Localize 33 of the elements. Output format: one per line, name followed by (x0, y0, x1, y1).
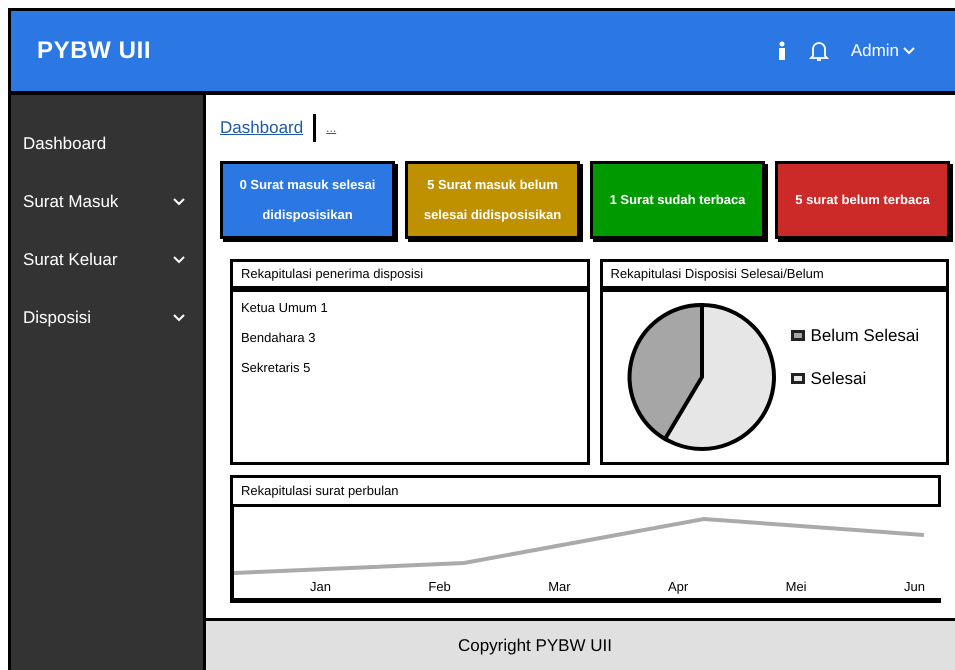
list-item: Sekretaris 5 (241, 359, 312, 377)
axis-label: Mei (786, 578, 807, 596)
stat-card: 1 Surat sudah terbaca (590, 161, 765, 239)
chevron-down-icon (173, 256, 185, 264)
footer-text: Copyright PYBW UII (458, 634, 612, 657)
sidebar-item[interactable]: Disposisi (23, 305, 185, 331)
stat-card: 0 Surat masuk selesai didisposisikan (220, 161, 395, 239)
chevron-down-icon (903, 47, 915, 55)
breadcrumb-link[interactable]: Dashboard (220, 115, 304, 141)
axis-label: Jan (310, 578, 331, 596)
chevron-down-icon (173, 314, 185, 322)
sidebar-item[interactable]: Surat Keluar (23, 247, 185, 273)
axis-label: Jun (904, 578, 925, 596)
breadcrumb-link[interactable]: ... (326, 119, 336, 137)
panel-title: Rekapitulasi surat perbulan (230, 475, 941, 507)
app-title: PYBW UII (37, 36, 152, 66)
info-icon[interactable] (776, 41, 787, 61)
stat-card: 5 Surat masuk belum selesai didisposisikan (405, 161, 580, 239)
chevron-down-icon (173, 198, 185, 206)
bell-icon[interactable] (808, 40, 829, 62)
list-item: Bendahara 3 (241, 329, 316, 347)
panel-title: Rekapitulasi penerima disposisi (230, 259, 590, 289)
legend-label: Belum Selesai (810, 324, 920, 346)
user-menu[interactable]: Admin (850, 38, 915, 64)
list-item: Ketua Umum 1 (241, 299, 329, 317)
axis-label: Feb (428, 578, 451, 596)
panel-title: Rekapitulasi Disposisi Selesai/Belum (600, 259, 949, 289)
sidebar-item[interactable]: Dashboard (23, 131, 185, 157)
axis-label: Mar (548, 578, 571, 596)
legend-label: Selesai (810, 368, 866, 390)
sidebar-item[interactable]: Surat Masuk (23, 189, 185, 215)
axis-label: Apr (668, 578, 688, 596)
stat-card: 5 surat belum terbaca (775, 161, 950, 239)
